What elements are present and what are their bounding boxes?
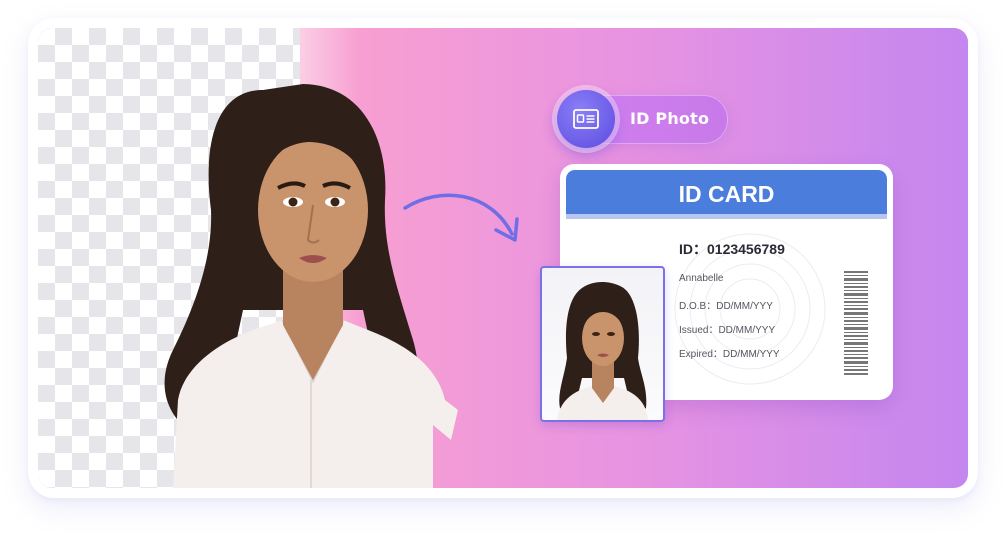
card-issued: Issued：DD/MM/YYY — [679, 325, 776, 336]
id-number: ID：0123456789 — [679, 241, 785, 257]
hero-canvas: ID Photo ID CARD ID：0123456789 Annabelle… — [38, 28, 968, 488]
id-photo-portrait — [557, 282, 648, 420]
curved-arrow-icon — [403, 193, 519, 242]
id-card-header-strip — [566, 214, 887, 219]
barcode-icon — [844, 271, 868, 375]
id-photo-icon-circle — [557, 90, 615, 148]
id-photo-thumbnail — [540, 266, 665, 422]
portrait-image — [164, 84, 458, 488]
card-expired: Expired：DD/MM/YYY — [679, 349, 780, 360]
id-card-icon — [573, 109, 599, 129]
id-photo-pill[interactable]: ID Photo — [556, 90, 728, 148]
card-dob: D.O.B：DD/MM/YYY — [679, 301, 773, 312]
id-card-header: ID CARD — [566, 170, 887, 214]
id-card-title: ID CARD — [678, 181, 775, 207]
id-photo-label: ID Photo — [630, 109, 710, 128]
card-name: Annabelle — [679, 273, 724, 284]
